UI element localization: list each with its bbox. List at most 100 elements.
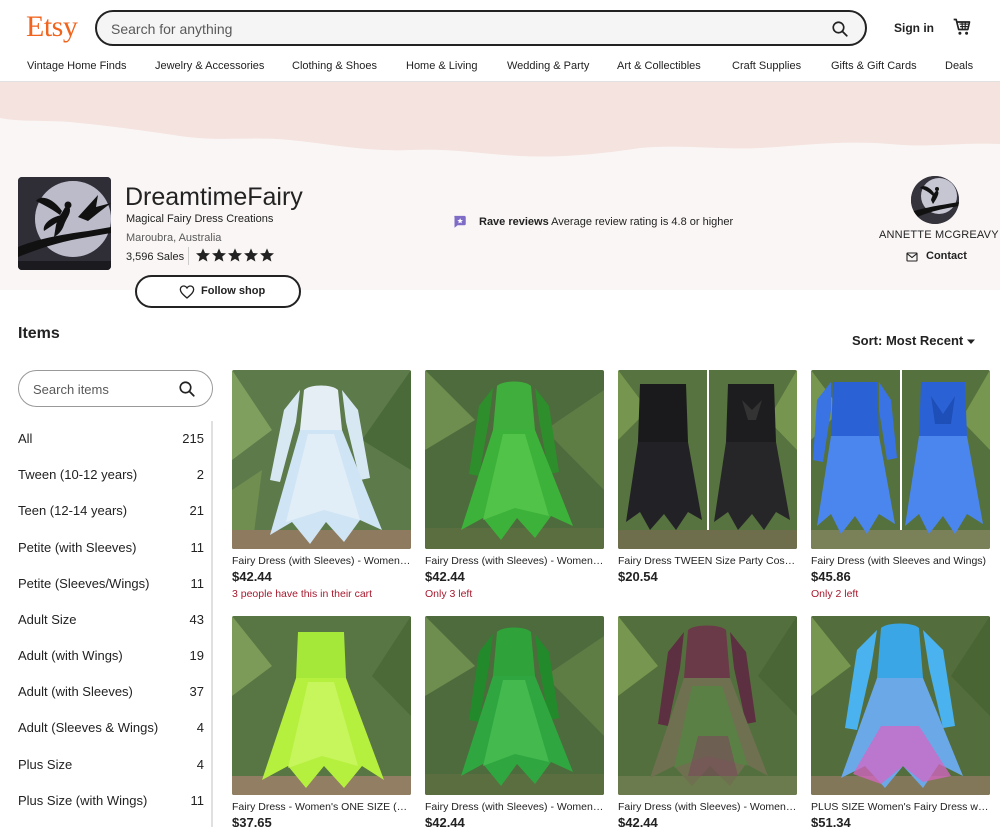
- sort-dropdown[interactable]: Sort: Most Recent: [852, 333, 963, 348]
- category-count: 11: [190, 576, 205, 591]
- category-item[interactable]: Petite (Sleeves/Wings) 11: [18, 566, 204, 602]
- product-price: $42.44: [425, 569, 465, 584]
- nav-item-gifts[interactable]: Gifts & Gift Cards: [831, 60, 917, 72]
- product-image[interactable]: [425, 370, 604, 549]
- product-price: $42.44: [232, 569, 272, 584]
- category-count: 2: [196, 467, 204, 482]
- product-price: $37.65: [232, 815, 272, 827]
- search-input[interactable]: [111, 19, 791, 39]
- category-name: Adult (with Wings): [18, 648, 123, 663]
- nav-item-art[interactable]: Art & Collectibles: [617, 60, 701, 72]
- category-item[interactable]: Adult Size 43: [18, 602, 204, 638]
- category-count: 215: [182, 431, 204, 446]
- category-count: 11: [190, 540, 205, 555]
- category-name: Teen (12-14 years): [18, 503, 128, 518]
- nav-item-home[interactable]: Home & Living: [406, 60, 478, 72]
- category-name: Plus Size: [18, 757, 73, 772]
- cart-icon[interactable]: [952, 17, 972, 37]
- rave-reviews-label: Rave reviews: [479, 216, 549, 228]
- search-icon[interactable]: [178, 380, 196, 398]
- category-item[interactable]: Teen (12-14 years) 21: [18, 493, 204, 529]
- items-heading: Items: [18, 325, 60, 342]
- product-image[interactable]: [618, 370, 797, 549]
- category-name: Adult Size: [18, 612, 77, 627]
- nav-item-jewelry[interactable]: Jewelry & Accessories: [155, 60, 264, 72]
- category-item[interactable]: Plus Size 4: [18, 747, 204, 783]
- shop-avatar[interactable]: [18, 177, 111, 270]
- product-title[interactable]: Fairy Dress (with Sleeves and Wings): [811, 555, 990, 567]
- shop-rating-stars[interactable]: [188, 247, 275, 265]
- product-note: Only 2 left: [811, 588, 859, 600]
- search-icon[interactable]: [831, 20, 849, 38]
- star-icon: [260, 248, 274, 262]
- follow-shop-label: Follow shop: [201, 285, 266, 297]
- product-title[interactable]: Fairy Dress (with Sleeves) - Women's ONE…: [425, 801, 604, 813]
- caret-down-icon[interactable]: [966, 338, 976, 346]
- search-bar[interactable]: [95, 10, 867, 46]
- product-note: 3 people have this in their cart: [232, 588, 373, 600]
- category-count: 43: [189, 612, 204, 627]
- item-search-input[interactable]: [33, 380, 173, 398]
- category-nav: Vintage Home Finds Jewelry & Accessories…: [0, 56, 1000, 82]
- category-count: 21: [189, 503, 204, 518]
- rave-reviews-text: Average review rating is 4.8 or higher: [551, 216, 734, 228]
- owner-avatar[interactable]: [911, 176, 959, 224]
- category-count: 37: [189, 684, 204, 699]
- mail-icon: [906, 252, 918, 262]
- category-item[interactable]: All 215: [18, 421, 204, 457]
- product-image[interactable]: [232, 370, 411, 549]
- header: Etsy Sign in: [0, 0, 1000, 56]
- product-image[interactable]: [232, 616, 411, 795]
- category-count: 11: [190, 793, 205, 808]
- product-title[interactable]: Fairy Dress (with Sleeves) - Women's ONE…: [425, 555, 604, 567]
- product-image[interactable]: [618, 616, 797, 795]
- product-title[interactable]: Fairy Dress (with Sleeves) - Women's ONE…: [232, 555, 411, 567]
- category-name: Adult (with Sleeves): [18, 684, 133, 699]
- category-count: 19: [189, 648, 204, 663]
- category-item[interactable]: Tween (10-12 years) 2: [18, 457, 204, 493]
- product-note: Only 3 left: [425, 588, 473, 600]
- sign-in-link[interactable]: Sign in: [894, 21, 934, 35]
- product-title[interactable]: Fairy Dress (with Sleeves) - Women's ONE…: [618, 801, 797, 813]
- star-icon: [196, 248, 210, 262]
- shop-tagline: Magical Fairy Dress Creations: [126, 213, 274, 225]
- rave-reviews-icon: [454, 215, 466, 228]
- category-item[interactable]: Adult (with Sleeves) 37: [18, 674, 204, 710]
- product-price: $42.44: [425, 815, 465, 827]
- nav-item-deals[interactable]: Deals: [945, 60, 973, 72]
- star-icon: [244, 248, 258, 262]
- product-price: $51.34: [811, 815, 851, 827]
- category-name: Adult (Sleeves & Wings): [18, 720, 159, 735]
- product-title[interactable]: PLUS SIZE Women's Fairy Dress with Sleev…: [811, 801, 990, 813]
- product-price: $20.54: [618, 569, 658, 584]
- category-count: 4: [196, 757, 204, 772]
- category-item[interactable]: Plus Size (with Wings) 11: [18, 783, 204, 819]
- star-icon: [228, 248, 242, 262]
- follow-shop-button[interactable]: Follow shop: [135, 275, 301, 308]
- owner-name[interactable]: ANNETTE MCGREAVY: [879, 229, 999, 241]
- heart-icon: [179, 285, 195, 299]
- shop-location: Maroubra, Australia: [126, 232, 222, 244]
- nav-item-craft[interactable]: Craft Supplies: [732, 60, 801, 72]
- category-name: Petite (with Sleeves): [18, 540, 137, 555]
- nav-item-wedding[interactable]: Wedding & Party: [507, 60, 589, 72]
- product-image[interactable]: [811, 370, 990, 549]
- product-title[interactable]: Fairy Dress - Women's ONE SIZE (Adult): [232, 801, 411, 813]
- item-search-bar[interactable]: [18, 370, 213, 407]
- shop-sales-count: 3,596 Sales: [126, 251, 185, 263]
- star-icon: [212, 248, 226, 262]
- product-image[interactable]: [811, 616, 990, 795]
- product-title[interactable]: Fairy Dress TWEEN Size Party Costume: [618, 555, 797, 567]
- nav-item-clothing[interactable]: Clothing & Shoes: [292, 60, 377, 72]
- category-name: Tween (10-12 years): [18, 467, 138, 482]
- product-image[interactable]: [425, 616, 604, 795]
- category-count: 4: [196, 720, 204, 735]
- shop-name: DreamtimeFairy: [125, 183, 303, 211]
- category-name: Petite (Sleeves/Wings): [18, 576, 150, 591]
- etsy-logo[interactable]: Etsy: [26, 10, 78, 44]
- category-item[interactable]: Adult (Sleeves & Wings) 4: [18, 710, 204, 746]
- contact-label: Contact: [926, 250, 967, 262]
- category-item[interactable]: Adult (with Wings) 19: [18, 638, 204, 674]
- nav-item-vintage[interactable]: Vintage Home Finds: [27, 60, 126, 72]
- category-item[interactable]: Petite (with Sleeves) 11: [18, 530, 204, 566]
